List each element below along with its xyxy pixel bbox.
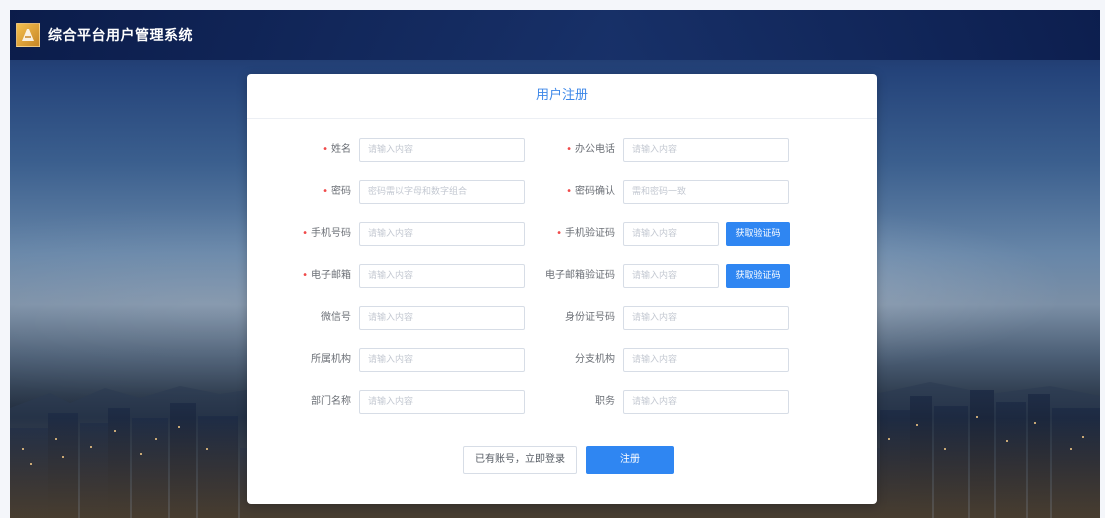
right-field-label-text: 职务 bbox=[595, 396, 615, 407]
login-link-button[interactable]: 已有账号，立即登录 bbox=[463, 446, 577, 474]
form-row: 所属机构分支机构 bbox=[247, 348, 877, 372]
right-field-input[interactable] bbox=[623, 348, 789, 372]
top-header-bar: 综合平台用户管理系统 bbox=[10, 10, 1100, 60]
right-field-input[interactable] bbox=[623, 390, 789, 414]
form-row: •电子邮箱电子邮箱验证码获取验证码 bbox=[247, 264, 877, 288]
registration-card: 用户注册 •姓名•办公电话•密码•密码确认•手机号码•手机验证码获取验证码•电子… bbox=[247, 74, 877, 504]
right-field-label-text: 身份证号码 bbox=[565, 312, 615, 323]
right-field-label: • 密码确认 bbox=[247, 180, 615, 204]
right-field-input[interactable] bbox=[623, 138, 789, 162]
form-row: •姓名•办公电话 bbox=[247, 138, 877, 162]
right-field-label: 电子邮箱验证码 bbox=[247, 264, 615, 288]
form-row: 微信号身份证号码 bbox=[247, 306, 877, 330]
right-field-input[interactable] bbox=[623, 180, 789, 204]
right-field-label: 身份证号码 bbox=[247, 306, 615, 330]
right-field-label-text: 密码确认 bbox=[575, 186, 615, 197]
right-field-label-text: 手机验证码 bbox=[565, 228, 615, 239]
form-row: 部门名称职务 bbox=[247, 390, 877, 414]
right-field-label: • 手机验证码 bbox=[247, 222, 615, 246]
right-field-label: 分支机构 bbox=[247, 348, 615, 372]
logo-icon bbox=[16, 23, 40, 47]
required-marker: • bbox=[566, 144, 572, 155]
get-verification-code-button[interactable]: 获取验证码 bbox=[726, 222, 790, 246]
card-title: 用户注册 bbox=[247, 74, 877, 119]
app-screen: 综合平台用户管理系统 用户注册 •姓名•办公电话•密码•密码确认•手机号码•手机… bbox=[10, 10, 1100, 518]
right-field-input[interactable] bbox=[623, 222, 719, 246]
right-field-input[interactable] bbox=[623, 306, 789, 330]
right-field-label-text: 分支机构 bbox=[575, 354, 615, 365]
required-marker: • bbox=[566, 186, 572, 197]
app-title: 综合平台用户管理系统 bbox=[48, 28, 193, 44]
get-verification-code-button[interactable]: 获取验证码 bbox=[726, 264, 790, 288]
form-actions: 已有账号，立即登录 注册 bbox=[247, 446, 877, 474]
form-row: •手机号码•手机验证码获取验证码 bbox=[247, 222, 877, 246]
register-button[interactable]: 注册 bbox=[586, 446, 674, 474]
right-field-label: • 办公电话 bbox=[247, 138, 615, 162]
logo-glyph-icon bbox=[22, 29, 34, 41]
right-field-label-text: 电子邮箱验证码 bbox=[545, 270, 615, 281]
right-field-label-text: 办公电话 bbox=[575, 144, 615, 155]
required-marker: • bbox=[556, 228, 562, 239]
form-row: •密码•密码确认 bbox=[247, 180, 877, 204]
right-field-label: 职务 bbox=[247, 390, 615, 414]
right-field-input[interactable] bbox=[623, 264, 719, 288]
